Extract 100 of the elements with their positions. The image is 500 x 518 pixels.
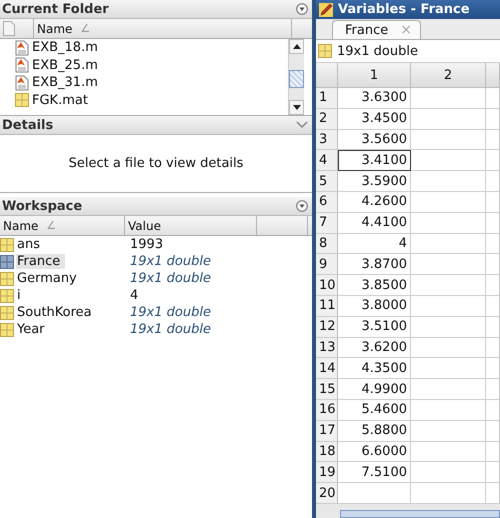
dropdown-icon[interactable] <box>296 3 308 15</box>
table-cell[interactable]: 5.4600 <box>338 400 411 421</box>
variable-name[interactable]: Germany <box>16 271 82 286</box>
table-cell[interactable] <box>486 150 500 172</box>
table-cell[interactable] <box>486 275 500 296</box>
column-header[interactable] <box>486 63 500 88</box>
table-cell[interactable] <box>411 192 486 213</box>
table-cell[interactable] <box>486 400 500 421</box>
table-cell[interactable] <box>411 234 486 254</box>
table-cell[interactable] <box>486 296 500 317</box>
row-header[interactable]: 14 <box>316 358 338 380</box>
file-item[interactable]: FGK.mat <box>15 92 288 109</box>
up-arrow-icon[interactable] <box>292 44 300 49</box>
table-cell[interactable] <box>486 420 500 442</box>
table-cell[interactable] <box>486 358 500 380</box>
table-cell[interactable]: 3.5900 <box>338 171 411 192</box>
table-cell[interactable] <box>411 254 486 276</box>
table-cell[interactable] <box>411 420 486 442</box>
table-cell[interactable]: 3.8500 <box>338 275 411 296</box>
table-cell[interactable] <box>411 130 486 150</box>
dropdown-icon[interactable] <box>296 200 308 212</box>
row-header[interactable]: 1 <box>316 88 338 109</box>
column-header[interactable]: Value <box>125 216 257 235</box>
row-header[interactable]: 7 <box>316 212 338 234</box>
row-header[interactable]: 12 <box>316 316 338 338</box>
table-cell[interactable] <box>411 275 486 296</box>
variable-name[interactable]: SouthKorea <box>16 305 97 320</box>
row-header[interactable]: 3 <box>316 130 338 150</box>
file-item[interactable]: EXB_18.m <box>15 39 288 56</box>
table-cell[interactable]: 3.4500 <box>338 108 411 130</box>
row-header[interactable]: 10 <box>316 275 338 296</box>
table-cell[interactable] <box>486 442 500 462</box>
table-cell[interactable]: 4.4100 <box>338 212 411 234</box>
table-cell[interactable]: 3.5600 <box>338 130 411 150</box>
column-header[interactable]: 2 <box>411 63 486 88</box>
row-header[interactable]: 16 <box>316 400 338 421</box>
table-cell[interactable] <box>486 171 500 192</box>
table-cell[interactable] <box>411 108 486 130</box>
table-cell[interactable] <box>486 130 500 150</box>
scroll-thumb[interactable] <box>340 510 500 518</box>
row-header[interactable]: 4 <box>316 150 338 172</box>
row-header[interactable]: 2 <box>316 108 338 130</box>
table-cell[interactable]: 4.3500 <box>338 358 411 380</box>
variable-name[interactable]: France <box>16 254 66 269</box>
table-cell[interactable]: 3.8700 <box>338 254 411 276</box>
table-cell[interactable] <box>486 316 500 338</box>
table-cell[interactable] <box>411 358 486 380</box>
table-cell[interactable]: 4.9900 <box>338 379 411 400</box>
row-header[interactable]: 19 <box>316 462 338 484</box>
table-cell[interactable] <box>486 254 500 276</box>
table-cell[interactable]: 3.4100 <box>338 150 411 172</box>
row-header[interactable]: 6 <box>316 192 338 213</box>
chevron-icon[interactable] <box>296 121 308 129</box>
table-cell[interactable] <box>411 150 486 172</box>
variable-name[interactable]: Year <box>16 322 50 337</box>
table-cell[interactable]: 4 <box>338 234 411 254</box>
table-cell[interactable]: 5.8800 <box>338 420 411 442</box>
table-cell[interactable] <box>486 212 500 234</box>
table-cell[interactable] <box>411 462 486 484</box>
table-cell[interactable] <box>486 338 500 358</box>
file-item[interactable]: EXB_31.m <box>15 74 288 92</box>
row-header[interactable]: 8 <box>316 234 338 254</box>
table-cell[interactable]: 4.2600 <box>338 192 411 213</box>
row-header[interactable]: 20 <box>316 483 338 504</box>
table-cell[interactable] <box>486 192 500 213</box>
row-header[interactable]: 11 <box>316 296 338 317</box>
row-header[interactable]: 5 <box>316 171 338 192</box>
table-cell[interactable] <box>411 442 486 462</box>
table-cell[interactable]: 3.5100 <box>338 316 411 338</box>
table-cell[interactable] <box>486 379 500 400</box>
down-arrow-icon[interactable] <box>292 105 300 110</box>
column-header[interactable]: Name ∠ <box>0 216 125 235</box>
table-cell[interactable] <box>411 338 486 358</box>
row-header[interactable]: 18 <box>316 442 338 462</box>
table-cell[interactable] <box>486 234 500 254</box>
table-cell[interactable] <box>411 212 486 234</box>
scrollbar[interactable] <box>316 504 500 518</box>
table-cell[interactable] <box>486 88 500 109</box>
table-cell[interactable] <box>486 108 500 130</box>
table-cell[interactable] <box>486 462 500 484</box>
table-cell[interactable] <box>411 316 486 338</box>
row-header[interactable]: 13 <box>316 338 338 358</box>
tab[interactable]: France × <box>332 20 421 39</box>
file-item[interactable]: EXB_25.m <box>15 56 288 74</box>
scrollbar[interactable] <box>288 39 304 115</box>
column-header[interactable]: 1 <box>338 63 411 88</box>
scroll-thumb[interactable] <box>289 70 304 88</box>
row-header[interactable]: 15 <box>316 379 338 400</box>
variable-name[interactable]: ans <box>16 237 45 252</box>
table-cell[interactable]: 7.5100 <box>338 462 411 484</box>
table-cell[interactable]: 3.6200 <box>338 338 411 358</box>
table-cell[interactable] <box>411 88 486 109</box>
table-cell[interactable] <box>411 171 486 192</box>
table-cell[interactable]: 6.6000 <box>338 442 411 462</box>
table-cell[interactable] <box>411 296 486 317</box>
row-header[interactable]: 17 <box>316 420 338 442</box>
variable-name[interactable]: i <box>16 288 26 303</box>
table-cell[interactable]: 3.6300 <box>338 88 411 109</box>
table-cell[interactable] <box>411 400 486 421</box>
row-header[interactable]: 9 <box>316 254 338 276</box>
